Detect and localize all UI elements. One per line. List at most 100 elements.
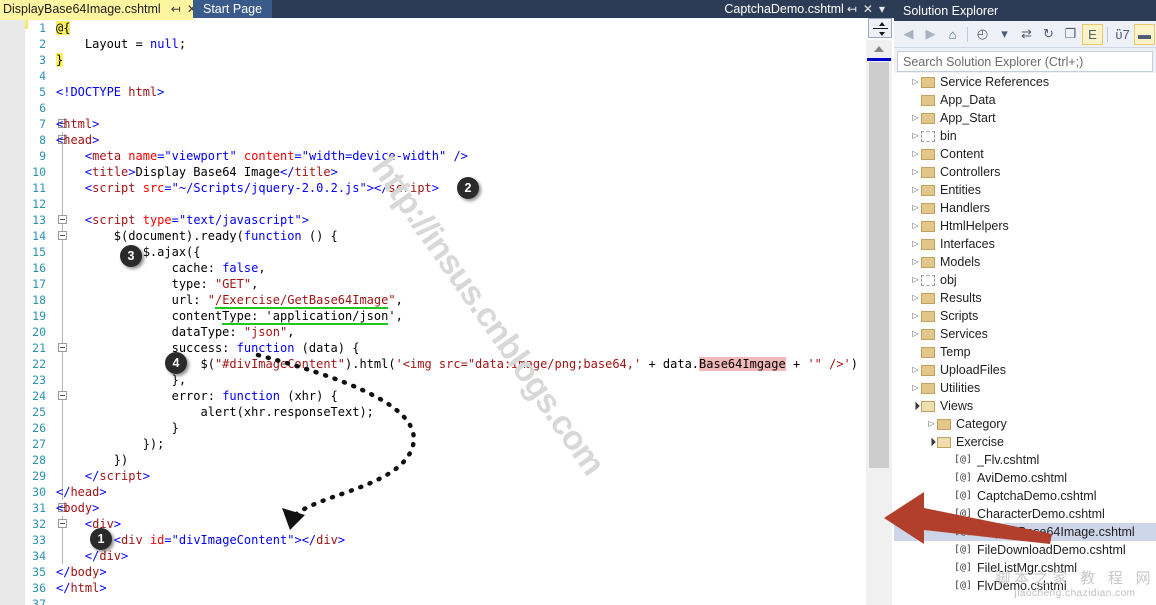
code-line[interactable]: 18 url: "/Exercise/GetBase64Image", [0,292,862,308]
pending-changes-filter-button[interactable]: ◴ [972,24,993,45]
chevron-right-icon[interactable]: ▷ [910,271,921,289]
code-line[interactable]: 34 </div> [0,548,862,564]
show-all-files-button[interactable]: ὜E [1082,24,1103,45]
close-icon[interactable]: ✕ [860,2,876,16]
code-line[interactable]: 7 <html> [0,116,862,132]
tree-folder-item[interactable]: ◢ Exercise [894,433,1156,451]
tree-folder-item[interactable]: ▷ Models [894,253,1156,271]
code-line[interactable]: 1 @{ [0,20,862,36]
line-number: 24 [0,388,46,404]
tree-folder-item[interactable]: ▷ Content [894,145,1156,163]
home-button[interactable]: ⌂ [942,24,963,45]
chevron-right-icon[interactable]: ▷ [910,253,921,271]
code-line[interactable]: 2 Layout = null; [0,36,862,52]
tree-folder-item[interactable]: ▷ Entities [894,181,1156,199]
tree-folder-item[interactable]: ▷ Interfaces [894,235,1156,253]
code-text: <script type="text/javascript"> [56,212,309,228]
tree-folder-item[interactable]: ▷ Scripts [894,307,1156,325]
sync-with-active-document-button[interactable]: ⇄ [1016,24,1037,45]
solution-explorer-search-input[interactable]: Search Solution Explorer (Ctrl+;) [897,51,1153,72]
tree-item-label: HtmlHelpers [940,217,1009,235]
preview-selected-items-button[interactable]: ▬ [1134,24,1155,45]
tree-item-label: obj [940,271,957,289]
back-button[interactable]: ◀ [898,24,919,45]
tree-file-item[interactable]: [@] AviDemo.cshtml [894,469,1156,487]
code-line[interactable]: 8 <head> [0,132,862,148]
tree-file-item[interactable]: [@] _Flv.cshtml [894,451,1156,469]
code-line[interactable]: 17 type: "GET", [0,276,862,292]
split-view-button[interactable] [868,18,892,38]
chevron-right-icon[interactable]: ▷ [910,307,921,325]
tree-folder-item[interactable]: ▷ UploadFiles [894,361,1156,379]
split-down-arrow-icon [879,32,885,36]
tree-folder-item[interactable]: ▷ App_Start [894,109,1156,127]
code-line[interactable]: 20 dataType: "json", [0,324,862,340]
chevron-right-icon[interactable]: ▷ [910,181,921,199]
line-number: 16 [0,260,46,276]
chevron-right-icon[interactable]: ▷ [910,145,921,163]
line-number: 11 [0,180,46,196]
tree-folder-item[interactable]: Temp [894,343,1156,361]
tree-folder-item[interactable]: ▷ obj [894,271,1156,289]
line-number: 19 [0,308,46,324]
tree-item-label: Scripts [940,307,978,325]
code-line[interactable]: 37 [0,596,862,605]
tree-folder-item[interactable]: App_Data [894,91,1156,109]
scrollbar-thumb[interactable] [869,62,889,468]
chevron-right-icon[interactable]: ▷ [910,325,921,343]
tree-file-item[interactable]: [@] FileListMgr.cshtml [894,559,1156,577]
tree-item-label: Interfaces [940,235,995,253]
tree-folder-item[interactable]: ▷ Results [894,289,1156,307]
tree-folder-item[interactable]: ▷ HtmlHelpers [894,217,1156,235]
code-line[interactable]: 4 [0,68,862,84]
chevron-down-icon[interactable]: ▾ [876,2,888,16]
chevron-right-icon[interactable]: ▷ [910,199,921,217]
tab-start-page[interactable]: Start Page [193,0,272,18]
chevron-right-icon[interactable]: ▷ [910,73,921,91]
code-line[interactable]: 14 $(document).ready(function () { [0,228,862,244]
tree-file-item[interactable]: [@] FlvDemo.cshtml [894,577,1156,595]
code-line[interactable]: 13 <script type="text/javascript"> [0,212,862,228]
tree-folder-item[interactable]: ▷ Service References [894,73,1156,91]
refresh-button[interactable]: ↻ [1038,24,1059,45]
tree-folder-item[interactable]: ▷ bin [894,127,1156,145]
filter-dropdown-icon[interactable]: ▾ [994,24,1015,45]
chevron-right-icon[interactable]: ▷ [910,109,921,127]
collapse-all-button[interactable]: ❐ [1060,24,1081,45]
code-line[interactable]: 6 [0,100,862,116]
tree-folder-item[interactable]: ▷ Controllers [894,163,1156,181]
forward-button[interactable]: ▶ [920,24,941,45]
properties-button[interactable]: ὒ7 [1112,24,1133,45]
chevron-right-icon[interactable]: ▷ [910,379,921,397]
code-line[interactable]: 11 <script src="~/Scripts/jquery-2.0.2.j… [0,180,862,196]
code-line[interactable]: 12 [0,196,862,212]
annotation-badge-3: 3 [120,245,142,267]
chevron-right-icon[interactable]: ▷ [910,361,921,379]
chevron-right-icon[interactable]: ▷ [910,127,921,145]
tree-folder-item[interactable]: ◢ Views [894,397,1156,415]
tree-folder-item[interactable]: ▷ Category [894,415,1156,433]
code-line[interactable]: 9 <meta name="viewport" content="width=d… [0,148,862,164]
code-line[interactable]: 36 </html> [0,580,862,596]
code-line[interactable]: 5 <!DOCTYPE html> [0,84,862,100]
code-line[interactable]: 3} [0,52,862,68]
chevron-right-icon[interactable]: ▷ [926,415,937,433]
code-text: contentType: 'application/json', [56,308,403,324]
chevron-right-icon[interactable]: ▷ [910,235,921,253]
pin-icon[interactable]: ↤ [168,2,184,16]
code-line[interactable]: 19 contentType: 'application/json', [0,308,862,324]
code-line[interactable]: 35 </body> [0,564,862,580]
tree-folder-item[interactable]: ▷ Utilities [894,379,1156,397]
pin-icon[interactable]: ↤ [844,2,860,16]
scroll-up-arrow-icon[interactable] [874,46,884,52]
line-number: 21 [0,340,46,356]
chevron-right-icon[interactable]: ▷ [910,217,921,235]
tree-folder-item[interactable]: ▷ Handlers [894,199,1156,217]
chevron-right-icon[interactable]: ▷ [910,289,921,307]
right-tab-label[interactable]: CaptchaDemo.cshtml [724,2,844,16]
tab-displaybase64image[interactable]: DisplayBase64Image.cshtml ↤ ✕ [0,0,204,18]
code-line[interactable]: 10 <title>Display Base64 Image</title> [0,164,862,180]
chevron-right-icon[interactable]: ▷ [910,163,921,181]
tree-folder-item[interactable]: ▷ Services [894,325,1156,343]
line-number: 4 [0,68,46,84]
